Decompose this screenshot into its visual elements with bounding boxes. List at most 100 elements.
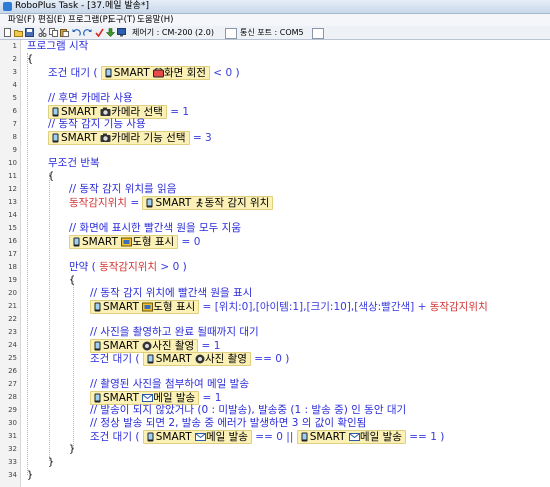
device-parameter[interactable]: SMART 동작 감지 위치 xyxy=(142,196,274,210)
line-number: 6 xyxy=(12,107,17,115)
code-line[interactable]: SMART 도형 표시 = [위치:0],[아이템:1],[크기:10],[색상… xyxy=(90,300,488,314)
line-number: 2 xyxy=(12,55,17,63)
toolbar: 제어기 : CM-200 (2.0) 통신 포트 : COM5 xyxy=(0,26,550,40)
code-line[interactable]: { xyxy=(69,274,75,287)
undo-icon[interactable] xyxy=(72,28,81,37)
check-icon[interactable] xyxy=(95,28,104,37)
code-line[interactable]: SMART 사진 촬영 = 1 xyxy=(90,339,220,353)
comment-line[interactable]: // 사진을 촬영하고 완료 될때까지 대기 xyxy=(90,326,259,339)
comment-line[interactable]: // 촬영된 사진을 첨부하여 메일 발송 xyxy=(90,378,249,391)
menu-program[interactable]: 프로그램(P) xyxy=(68,14,111,26)
line-number: 24 xyxy=(8,341,17,349)
comment-line[interactable]: // 후면 카메라 사용 xyxy=(48,92,133,105)
line-number: 25 xyxy=(8,354,17,362)
code-line[interactable]: { xyxy=(48,170,54,183)
line-number: 8 xyxy=(12,133,17,141)
line-number: 33 xyxy=(8,458,17,466)
mail-icon xyxy=(142,394,154,402)
code-line[interactable]: SMART 도형 표시 = 0 xyxy=(69,235,200,249)
comment-line[interactable]: // 화면에 표시한 빨간색 원을 모두 지움 xyxy=(69,222,241,235)
code-line[interactable]: SMART 카메라 선택 = 1 xyxy=(48,105,189,119)
line-number: 22 xyxy=(8,315,17,323)
code-line[interactable]: SMART 메일 발송 = 1 xyxy=(90,391,221,405)
device-parameter[interactable]: SMART 도형 표시 xyxy=(90,300,200,314)
window-title: RoboPlus Task - [37.메일 발송*] xyxy=(15,1,149,11)
line-number: 10 xyxy=(8,159,17,167)
controller-label: 제어기 : CM-200 (2.0) xyxy=(132,28,215,37)
smartphone-icon xyxy=(105,68,112,78)
port-label: 통신 포트 : COM5 xyxy=(240,28,304,37)
device-parameter[interactable]: SMART 메일 발송 xyxy=(296,430,406,444)
indent-guide xyxy=(49,173,50,461)
device-parameter[interactable]: SMART 사진 촬영 xyxy=(142,352,251,366)
code-line[interactable]: } xyxy=(27,469,33,482)
line-number: 14 xyxy=(8,211,17,219)
code-line[interactable]: } xyxy=(48,456,54,469)
device-parameter[interactable]: SMART 메일 발송 xyxy=(142,430,252,444)
line-number: 3 xyxy=(12,68,17,76)
camera-shutter-icon xyxy=(142,341,152,351)
open-folder-icon[interactable] xyxy=(14,28,23,37)
line-number: 12 xyxy=(8,185,17,193)
shape-display-icon xyxy=(121,237,133,247)
controller-dropdown[interactable] xyxy=(225,28,237,39)
line-number: 16 xyxy=(8,237,17,245)
comment-line[interactable]: // 동작 감지 위치에 빨간색 원을 표시 xyxy=(90,287,252,300)
device-parameter[interactable]: SMART 카메라 기능 선택 xyxy=(48,131,190,145)
title-bar: RoboPlus Task - [37.메일 발송*] xyxy=(0,0,550,14)
save-icon[interactable] xyxy=(25,28,34,37)
comment-line[interactable]: // 발송이 되지 않았거나 (0 : 미발송), 발송중 (1 : 발송 중)… xyxy=(90,404,406,417)
code-line[interactable]: 무조건 반복 xyxy=(48,157,100,170)
screen-rotation-icon xyxy=(152,68,164,78)
smartphone-icon xyxy=(301,432,308,442)
code-line[interactable]: SMART 카메라 기능 선택 = 3 xyxy=(48,131,212,145)
menu-file[interactable]: 파일(F) xyxy=(8,14,35,26)
menu-bar: 파일(F) 편집(E) 프로그램(P) 도구(T) 도움말(H) xyxy=(0,14,550,26)
line-number: 29 xyxy=(8,406,17,414)
code-editor[interactable]: 1 2 3 4 5 6 7 8 9 10 11 12 13 14 15 16 1… xyxy=(0,40,550,487)
menu-tools[interactable]: 도구(T) xyxy=(108,14,135,26)
code-line[interactable]: } xyxy=(69,443,75,456)
line-number: 1 xyxy=(12,42,17,50)
monitor-icon[interactable] xyxy=(117,28,126,37)
code-line[interactable]: 조건 대기 ( SMART 메일 발송 == 0 || SMART 메일 발송 … xyxy=(90,430,444,444)
comment-line[interactable]: // 동작 감지 기능 사용 xyxy=(48,118,146,131)
cut-icon[interactable] xyxy=(38,28,47,37)
redo-icon[interactable] xyxy=(83,28,92,37)
indent-guide xyxy=(73,281,74,448)
line-number: 31 xyxy=(8,432,17,440)
line-number: 13 xyxy=(8,198,17,206)
line-number: 4 xyxy=(12,81,17,89)
line-number: 26 xyxy=(8,367,17,375)
line-number: 19 xyxy=(8,276,17,284)
device-parameter[interactable]: SMART 화면 회전 xyxy=(100,66,210,80)
device-parameter[interactable]: SMART 메일 발송 xyxy=(90,391,200,405)
new-file-icon[interactable] xyxy=(3,28,12,37)
menu-help[interactable]: 도움말(H) xyxy=(137,14,173,26)
mail-icon xyxy=(348,433,360,441)
comment-line[interactable]: // 정상 발송 되면 2, 발송 중 에러가 발생하면 3 의 값이 확인됨 xyxy=(90,417,366,430)
comment-line[interactable]: // 동작 감지 위치를 읽음 xyxy=(69,183,176,196)
menu-edit[interactable]: 편집(E) xyxy=(38,14,66,26)
line-number: 11 xyxy=(8,172,17,180)
code-line[interactable]: 동작감지위치 = SMART 동작 감지 위치 xyxy=(69,196,274,210)
line-number: 5 xyxy=(12,94,17,102)
device-parameter[interactable]: SMART 도형 표시 xyxy=(69,235,179,249)
download-icon[interactable] xyxy=(106,28,115,37)
shape-display-icon xyxy=(142,302,154,312)
code-line[interactable]: { xyxy=(27,53,33,66)
motion-detect-icon xyxy=(195,198,203,208)
line-number: 34 xyxy=(8,471,17,479)
code-line[interactable]: 만약 ( 동작감지위치 > 0 ) xyxy=(69,261,187,274)
copy-icon[interactable] xyxy=(49,28,58,37)
code-line[interactable]: 조건 대기 ( SMART 화면 회전 < 0 ) xyxy=(48,66,240,80)
app-icon xyxy=(3,2,12,11)
line-number: 15 xyxy=(8,224,17,232)
code-line[interactable]: 프로그램 시작 xyxy=(27,40,88,53)
device-parameter[interactable]: SMART 사진 촬영 xyxy=(90,339,199,353)
smartphone-icon xyxy=(52,133,59,143)
code-line[interactable]: 조건 대기 ( SMART 사진 촬영 == 0 ) xyxy=(90,352,289,366)
device-parameter[interactable]: SMART 카메라 선택 xyxy=(48,105,167,119)
paste-icon[interactable] xyxy=(60,28,69,37)
port-dropdown[interactable] xyxy=(312,28,324,39)
